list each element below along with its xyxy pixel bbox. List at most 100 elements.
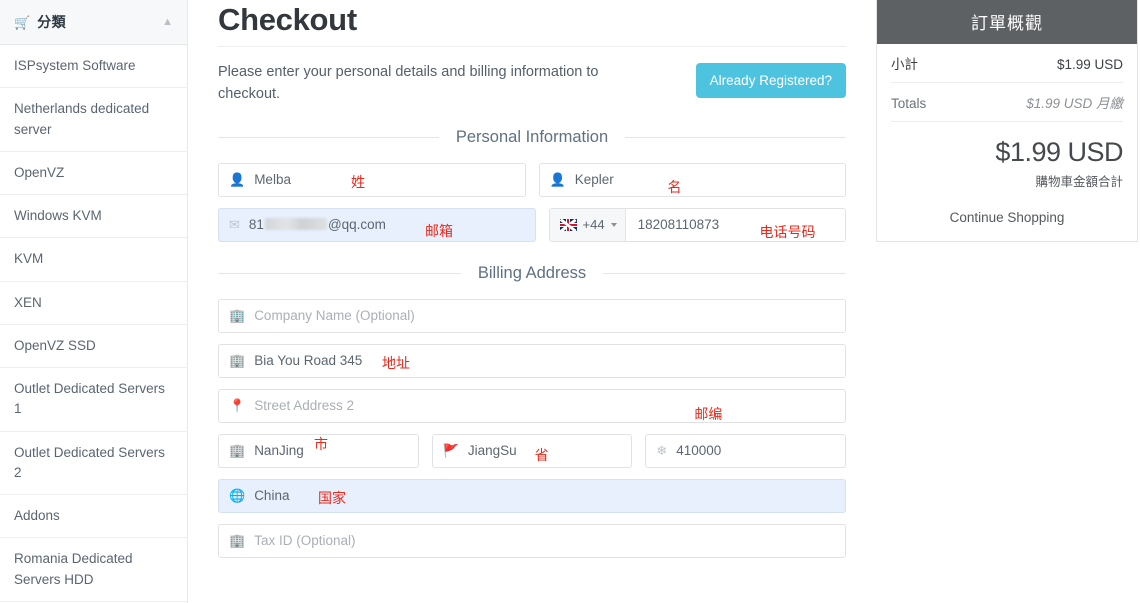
name-row: 👤 Melba 姓 👤 Kepler 名 — [218, 162, 846, 197]
address-line-1-field[interactable]: 🏢 Bia You Road 345 地址 — [218, 343, 846, 378]
sidebar-item-romania-dedicated-servers-hdd[interactable]: Romania Dedicated Servers HDD — [0, 538, 187, 602]
certificate-icon: ❄ — [656, 442, 668, 458]
sidebar-header-label: 分類 — [37, 14, 67, 30]
phone-country-selector[interactable]: +44 — [549, 208, 626, 241]
personal-information-label: Personal Information — [455, 127, 609, 146]
uk-flag-icon — [559, 218, 577, 231]
company-name-field[interactable]: 🏢 Company Name (Optional) — [218, 298, 846, 333]
state-value: JiangSu — [467, 443, 517, 459]
chevron-up-icon[interactable]: ▲ — [162, 16, 173, 28]
user-icon: 👤 — [549, 171, 566, 187]
tax-id-row: 🏢 Tax ID (Optional) — [218, 523, 846, 558]
postcode-value: 410000 — [676, 443, 722, 459]
globe-icon: 🌐 — [229, 487, 246, 503]
building-icon: 🏢 — [229, 352, 246, 368]
sidebar-item-addons[interactable]: Addons — [0, 495, 187, 539]
title-divider — [218, 46, 846, 47]
tax-id-placeholder: Tax ID (Optional) — [254, 533, 356, 549]
order-summary-title: 訂單概觀 — [877, 0, 1137, 44]
grand-total-caption: 購物車金額合計 — [1035, 174, 1123, 189]
annotation-email: 邮箱 — [425, 223, 453, 240]
company-name-placeholder: Company Name (Optional) — [254, 308, 415, 324]
sidebar-item-windows-kvm[interactable]: Windows KVM — [0, 195, 187, 239]
company-row: 🏢 Company Name (Optional) — [218, 298, 846, 333]
summary-row-subtotal: 小計 $1.99 USD — [891, 44, 1123, 83]
annotation-first-name: 姓 — [351, 174, 365, 191]
sidebar-item-openvz-ssd[interactable]: OpenVZ SSD — [0, 325, 187, 368]
category-sidebar: 🛒 分類 ▲ ISPsystem Software Netherlands de… — [0, 0, 188, 603]
annotation-last-name: 名 — [667, 179, 682, 196]
map-signs-icon: 🚩 — [442, 442, 459, 458]
order-summary-body: 小計 $1.99 USD Totals $1.99 USD 月繳 $1.99 U… — [877, 44, 1137, 241]
email-value: 81 @qq.com — [249, 217, 386, 232]
contact-row: ✉ 81 @qq.com 邮箱 +44 18208110873 电话号码 — [218, 207, 846, 242]
country-value: China — [254, 488, 290, 504]
state-field[interactable]: 🚩 JiangSu 省 — [431, 433, 633, 468]
address-line-2-field[interactable]: 📍 Street Address 2 — [218, 388, 846, 423]
user-icon: 👤 — [229, 171, 246, 187]
address-line-2-placeholder: Street Address 2 — [254, 398, 354, 414]
address1-row: 🏢 Bia You Road 345 地址 — [218, 343, 846, 378]
continue-shopping-link[interactable]: Continue Shopping — [891, 190, 1123, 241]
map-marker-icon: 📍 — [229, 397, 246, 413]
grand-total-block: $1.99 USD 購物車金額合計 — [891, 122, 1123, 190]
sidebar-header[interactable]: 🛒 分類 ▲ — [0, 0, 187, 45]
last-name-value: Kepler — [574, 172, 614, 188]
annotation-phone: 电话号码 — [759, 224, 816, 241]
envelope-icon: ✉ — [229, 216, 240, 232]
checkout-page: 🛒 分類 ▲ ISPsystem Software Netherlands de… — [0, 0, 1140, 603]
sidebar-item-netherlands-dedicated-server[interactable]: Netherlands dedicated server — [0, 88, 187, 152]
last-name-field[interactable]: 👤 Kepler 名 — [538, 162, 846, 197]
totals-label: Totals — [891, 96, 927, 111]
sidebar-item-xen[interactable]: XEN — [0, 282, 187, 325]
sidebar-item-ispsystem-software[interactable]: ISPsystem Software — [0, 45, 187, 89]
billing-address-label: Billing Address — [477, 263, 587, 282]
email-redacted-block — [264, 218, 327, 231]
country-row: 🌐 China 国家 — [218, 478, 846, 513]
postcode-field[interactable]: ❄ 410000 邮编 — [645, 407, 847, 468]
building-icon: 🏢 — [229, 307, 246, 323]
annotation-state: 省 — [534, 447, 549, 464]
already-registered-button[interactable]: Already Registered? — [695, 63, 846, 98]
address-line-1-value: Bia You Road 345 — [254, 353, 363, 369]
sidebar-item-outlet-dedicated-servers-2[interactable]: Outlet Dedicated Servers 2 — [0, 432, 187, 495]
shopping-cart-icon: 🛒 — [14, 14, 31, 30]
billing-address-legend: Billing Address — [218, 263, 847, 283]
address2-row: 📍 Street Address 2 — [218, 388, 846, 423]
phone-dial-code: +44 — [582, 217, 605, 233]
email-value-prefix: 81 — [248, 217, 264, 233]
tax-id-field[interactable]: 🏢 Tax ID (Optional) — [218, 523, 846, 558]
page-title: Checkout — [218, 2, 357, 37]
first-name-field[interactable]: 👤 Melba 姓 — [218, 162, 526, 197]
summary-row-totals: Totals $1.99 USD 月繳 — [891, 83, 1123, 122]
sidebar-item-outlet-dedicated-servers-1[interactable]: Outlet Dedicated Servers 1 — [0, 368, 187, 432]
phone-field[interactable]: +44 18208110873 电话号码 — [548, 207, 846, 242]
intro-text: Please enter your personal details and b… — [218, 64, 599, 103]
legend-line-left — [218, 272, 461, 274]
order-summary-panel: 訂單概觀 小計 $1.99 USD Totals $1.99 USD 月繳 $1… — [876, 0, 1138, 242]
annotation-country: 国家 — [318, 490, 346, 507]
totals-value: $1.99 USD 月繳 — [1026, 96, 1123, 111]
subtotal-label: 小計 — [891, 57, 918, 72]
first-name-value: Melba — [254, 172, 291, 188]
intro-row: Please enter your personal details and b… — [218, 61, 846, 106]
subtotal-value: $1.99 USD — [1056, 57, 1123, 72]
annotation-address: 地址 — [382, 355, 410, 372]
checkout-form: Checkout Please enter your personal deta… — [218, 0, 847, 569]
city-value: NanJing — [254, 443, 304, 459]
city-field[interactable]: 🏢 NanJing 市 — [218, 433, 419, 468]
chevron-down-icon[interactable] — [610, 222, 617, 227]
annotation-city: 市 — [314, 436, 328, 453]
building-icon: 🏢 — [229, 442, 246, 458]
email-value-suffix: @qq.com — [327, 217, 386, 233]
phone-number-value: 18208110873 — [637, 217, 720, 233]
personal-information-legend: Personal Information — [218, 128, 846, 147]
legend-line-left — [218, 136, 439, 138]
city-state-postcode-row: 🏢 NanJing 市 🚩 JiangSu 省 ❄ 410000 邮编 — [218, 407, 847, 468]
sidebar-item-kvm[interactable]: KVM — [0, 238, 187, 282]
grand-total-amount: $1.99 USD — [995, 137, 1123, 167]
sidebar-item-openvz[interactable]: OpenVZ — [0, 152, 187, 195]
email-field[interactable]: ✉ 81 @qq.com 邮箱 — [218, 207, 536, 242]
country-field[interactable]: 🌐 China 国家 — [218, 478, 846, 513]
building-icon: 🏢 — [229, 532, 246, 548]
